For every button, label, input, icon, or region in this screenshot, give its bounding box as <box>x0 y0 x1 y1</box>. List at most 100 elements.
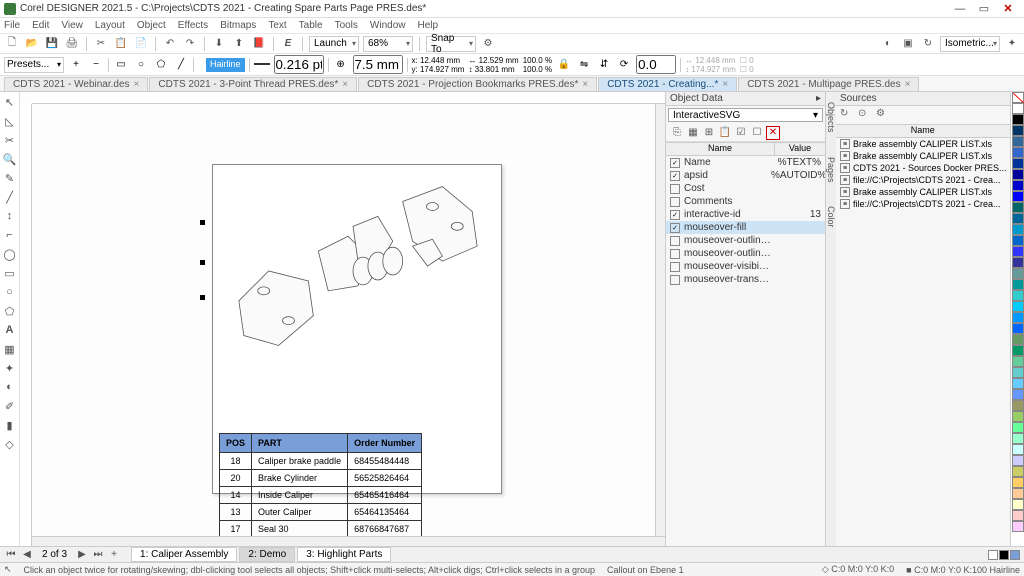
checkbox[interactable] <box>670 158 680 168</box>
print-icon[interactable]: 🖨 <box>64 36 80 52</box>
copy-icon[interactable]: 📋 <box>113 36 129 52</box>
color-swatch[interactable] <box>1012 169 1024 180</box>
object-data-type-dropdown[interactable]: InteractiveSVG▾ <box>668 108 823 122</box>
source-row[interactable]: ≡Brake assembly CALIPER LIST.xls3 <box>836 186 1024 198</box>
object-data-row[interactable]: Comments <box>666 195 825 208</box>
checkbox[interactable] <box>670 262 680 272</box>
object-data-row[interactable]: mouseover-visibility <box>666 260 825 273</box>
checkbox[interactable] <box>670 210 680 220</box>
prev-page-icon[interactable]: ◀ <box>20 549 34 560</box>
lock-ratio-icon[interactable]: 🔒 <box>556 57 572 73</box>
color-swatch[interactable] <box>1012 422 1024 433</box>
color-swatch[interactable] <box>1012 235 1024 246</box>
menu-object[interactable]: Object <box>137 20 166 31</box>
color-swatch[interactable] <box>1012 411 1024 422</box>
rotation-input[interactable] <box>636 55 676 74</box>
rectangle-tool-icon[interactable]: ▭ <box>2 265 18 281</box>
select-all-icon[interactable]: ☑ <box>734 126 748 140</box>
ellipse-tool-icon[interactable]: ○ <box>2 284 18 300</box>
undo-icon[interactable]: ↶ <box>162 36 178 52</box>
color-swatch[interactable] <box>1012 378 1024 389</box>
menu-view[interactable]: View <box>61 20 83 31</box>
transparency-tool-icon[interactable]: ◐ <box>2 379 18 395</box>
color-swatch[interactable] <box>1012 301 1024 312</box>
color-swatch[interactable] <box>1012 444 1024 455</box>
color-swatch[interactable] <box>1012 114 1024 125</box>
menu-tools[interactable]: Tools <box>335 20 358 31</box>
checkbox[interactable] <box>670 249 680 259</box>
value-column-header[interactable]: Value <box>775 143 825 155</box>
menu-help[interactable]: Help <box>418 20 439 31</box>
menu-edit[interactable]: Edit <box>32 20 49 31</box>
source-row[interactable]: ≡Brake assembly CALIPER LIST.xls2 <box>836 150 1024 162</box>
add-page-icon[interactable]: + <box>107 549 121 560</box>
close-button[interactable]: ✕ <box>996 2 1020 16</box>
menu-effects[interactable]: Effects <box>178 20 208 31</box>
outline-tool-icon[interactable]: ◇ <box>2 436 18 452</box>
presets-dropdown[interactable]: Presets... <box>4 57 64 73</box>
fill-indicator[interactable]: ◇ C:0 M:0 Y:0 K:0 <box>822 564 894 575</box>
import-icon[interactable]: ⬇ <box>211 36 227 52</box>
sources-name-header[interactable]: Name <box>836 125 1011 137</box>
axes-icon[interactable]: ✦ <box>1004 36 1020 52</box>
checkbox[interactable] <box>670 171 680 181</box>
menu-table[interactable]: Table <box>299 20 323 31</box>
menu-bitmaps[interactable]: Bitmaps <box>220 20 256 31</box>
ruler-horizontal[interactable] <box>32 92 665 104</box>
export-icon[interactable]: ⬆ <box>231 36 247 52</box>
rotate-icon[interactable]: ↻ <box>920 36 936 52</box>
color-swatch[interactable] <box>1012 147 1024 158</box>
shape-tool-icon[interactable]: ◺ <box>2 113 18 129</box>
color-swatch[interactable] <box>1012 103 1024 114</box>
collapse-icon[interactable]: ▸ <box>816 93 821 104</box>
color-swatch[interactable] <box>1012 488 1024 499</box>
color-swatch[interactable] <box>1012 521 1024 532</box>
object-data-row[interactable]: mouseover-outline-color <box>666 234 825 247</box>
color-swatch[interactable] <box>1012 290 1024 301</box>
checkbox[interactable] <box>670 236 680 246</box>
zoom-dropdown[interactable]: 68% <box>363 36 413 52</box>
color-swatch[interactable] <box>1012 279 1024 290</box>
next-page-icon[interactable]: ▶ <box>75 549 89 560</box>
publish-pdf-icon[interactable]: 📕 <box>251 36 267 52</box>
mirror-h-icon[interactable]: ⇋ <box>576 57 592 73</box>
white-swatch[interactable] <box>988 550 998 560</box>
color-swatch[interactable] <box>1012 312 1024 323</box>
color-swatch[interactable] <box>1012 433 1024 444</box>
save-icon[interactable]: 💾 <box>44 36 60 52</box>
color-swatch[interactable] <box>1012 356 1024 367</box>
open-source-icon[interactable]: ⊙ <box>858 108 872 122</box>
source-row[interactable]: ≡file://C:\Projects\CDTS 2021 - Crea...2 <box>836 174 1024 186</box>
launch-dropdown[interactable]: Launch <box>309 36 359 52</box>
last-page-icon[interactable]: ⏭ <box>91 549 105 560</box>
crop-tool-icon[interactable]: ✂ <box>2 132 18 148</box>
docker-tab-color[interactable]: Color <box>826 202 836 232</box>
scrollbar-vertical[interactable] <box>655 104 665 536</box>
freehand-tool-icon[interactable]: ✎ <box>2 170 18 186</box>
docker-tab-pages[interactable]: Pages <box>826 153 836 187</box>
color-swatch[interactable] <box>1012 510 1024 521</box>
blue-swatch[interactable] <box>1010 550 1020 560</box>
source-row[interactable]: ≡CDTS 2021 - Sources Docker PRES...2 <box>836 162 1024 174</box>
menu-layout[interactable]: Layout <box>95 20 125 31</box>
dimension-tool-icon[interactable]: ↕ <box>2 208 18 224</box>
color-swatch[interactable] <box>1012 400 1024 411</box>
color-swatch[interactable] <box>1012 268 1024 279</box>
docker-tab-objects[interactable]: Objects <box>826 98 836 137</box>
color-swatch[interactable] <box>1012 136 1024 147</box>
polygon-icon[interactable]: ⬠ <box>153 57 169 73</box>
scrollbar-horizontal[interactable] <box>32 536 665 546</box>
color-swatch[interactable] <box>1012 466 1024 477</box>
add-preset-icon[interactable]: + <box>68 57 84 73</box>
object-data-row[interactable]: mouseover-outline-width <box>666 247 825 260</box>
table-tool-icon[interactable]: ▦ <box>2 341 18 357</box>
color-swatch[interactable] <box>1012 334 1024 345</box>
options-icon[interactable]: ⚙ <box>876 108 890 122</box>
rect-icon[interactable]: ▭ <box>113 57 129 73</box>
eyedropper-tool-icon[interactable]: ✐ <box>2 398 18 414</box>
color-swatch[interactable] <box>1012 477 1024 488</box>
color-swatch[interactable] <box>1012 389 1024 400</box>
color-swatch[interactable] <box>1012 125 1024 136</box>
pick-tool-icon[interactable]: ↖ <box>2 94 18 110</box>
name-column-header[interactable]: Name <box>666 143 775 155</box>
